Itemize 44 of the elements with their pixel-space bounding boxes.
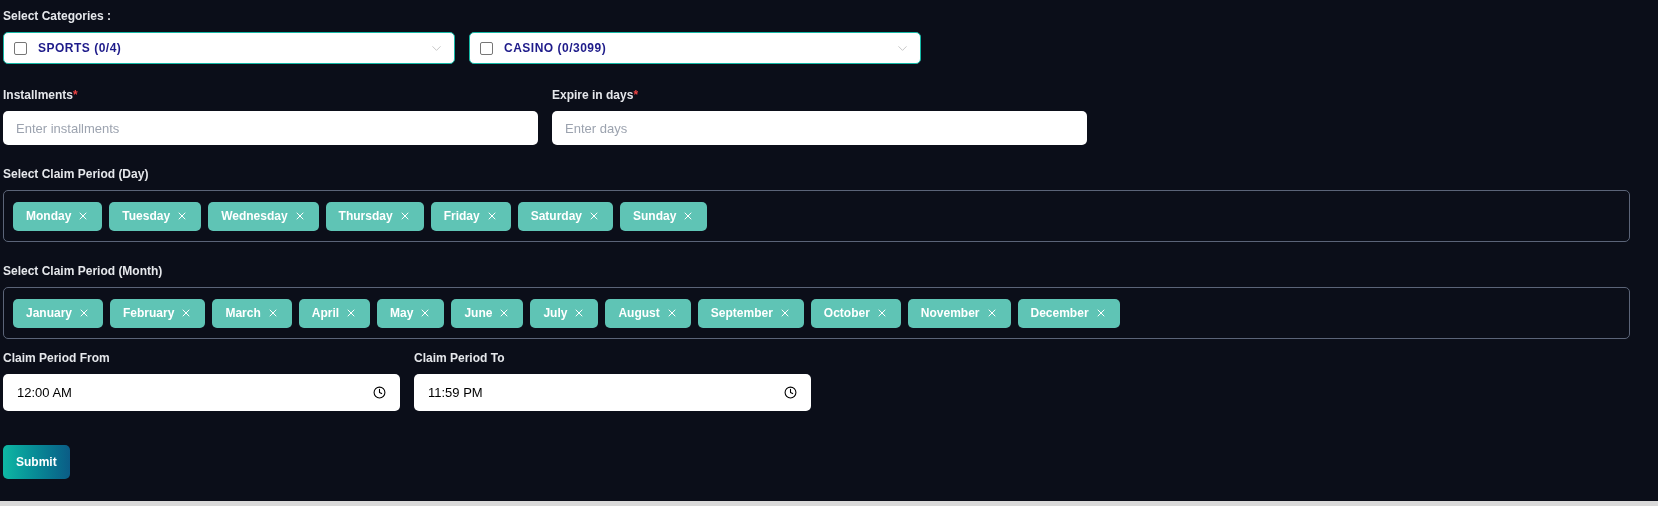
chip-label: July [543, 305, 568, 322]
category-dropdown[interactable]: CASINO (0/3099) [469, 32, 921, 64]
time-value: 12:00 AM [17, 383, 72, 402]
required-mark: * [633, 86, 639, 104]
chip-label: December [1030, 305, 1089, 322]
chip-label: Sunday [633, 208, 677, 225]
chip-label: May [390, 305, 414, 322]
remove-icon[interactable] [588, 210, 600, 222]
time-field[interactable]: 12:00 AM [3, 374, 400, 411]
chip-label: Friday [443, 208, 480, 225]
chip-label: Saturday [530, 208, 582, 225]
text-field[interactable]: Enter installments [3, 111, 538, 145]
chip-label: Thursday [338, 208, 393, 225]
field-label: Installments [3, 86, 74, 104]
chip-label: November [920, 305, 980, 322]
field-label: Select Claim Period (Month) [3, 262, 163, 280]
time-field[interactable]: 11:59 PM [414, 374, 811, 411]
submit-button[interactable]: Submit [3, 445, 70, 479]
chip-label: Monday [26, 208, 72, 225]
dropdown-label: SPORTS (0/4) [38, 40, 122, 57]
checkbox[interactable] [14, 41, 27, 55]
required-mark: * [73, 86, 78, 104]
category-dropdown[interactable]: SPORTS (0/4) [3, 32, 455, 64]
field-label: Expire in days [552, 86, 634, 104]
chip-label: February [123, 305, 175, 322]
chip-label: January [26, 305, 73, 322]
chip-label: March [225, 305, 261, 322]
checkbox[interactable] [480, 41, 493, 55]
field-label: Select Claim Period (Day) [3, 165, 149, 183]
time-value: 11:59 PM [428, 383, 483, 402]
text-field[interactable]: Enter days [552, 111, 1087, 145]
dropdown-label: CASINO (0/3099) [504, 40, 607, 57]
field-label: Claim Period From [3, 349, 110, 367]
chip-label: September [710, 305, 773, 322]
chip-label: August [618, 305, 660, 322]
chip-label: April [311, 305, 340, 322]
clock-icon[interactable] [373, 386, 386, 399]
chip-label: Wednesday [221, 208, 288, 225]
field-label: Claim Period To [414, 349, 505, 367]
field-label: Select Categories : [3, 7, 112, 25]
chip-label: Tuesday [122, 208, 171, 225]
clock-icon[interactable] [784, 386, 797, 399]
chip-label: June [464, 305, 493, 322]
chip-label: October [823, 305, 870, 322]
